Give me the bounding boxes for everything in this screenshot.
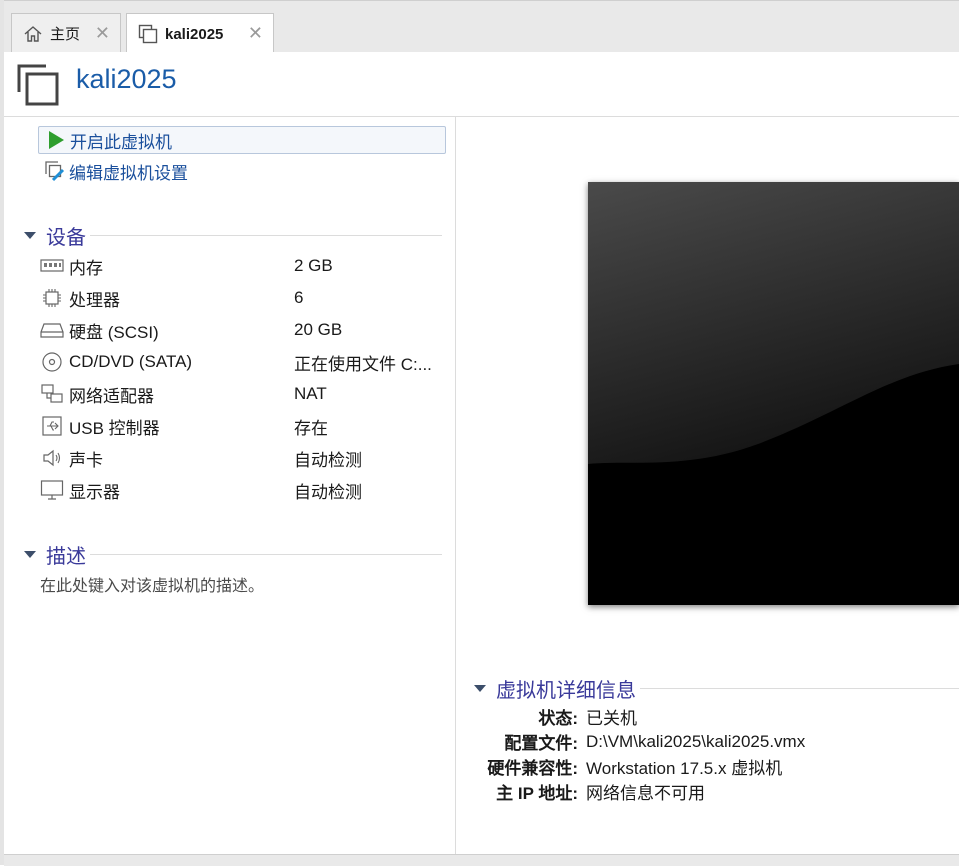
details-section-header[interactable]: 虚拟机详细信息 <box>474 675 959 702</box>
device-row-processor[interactable]: 处理器 6 <box>40 283 450 313</box>
cpu-icon <box>40 287 64 309</box>
detail-value: D:\VM\kali2025\kali2025.vmx <box>586 731 806 751</box>
device-value: 6 <box>294 288 304 307</box>
detail-key: 硬件兼容性: <box>487 759 578 778</box>
detail-row-status: 状态: 已关机 <box>456 704 959 729</box>
device-name: USB 控制器 <box>69 418 160 438</box>
tab-home[interactable]: 主页 ✕ <box>11 13 121 53</box>
device-row-display[interactable]: 显示器 自动检测 <box>40 475 450 505</box>
device-value: 2 GB <box>294 256 333 275</box>
close-icon[interactable]: ✕ <box>248 23 263 44</box>
detail-value: 已关机 <box>586 709 637 728</box>
memory-icon <box>40 255 64 277</box>
detail-row-config-file: 配置文件: D:\VM\kali2025\kali2025.vmx <box>456 729 959 754</box>
device-name: CD/DVD (SATA) <box>69 352 193 371</box>
detail-row-ip: 主 IP 地址: 网络信息不可用 <box>456 779 959 804</box>
collapse-caret-icon <box>24 550 36 558</box>
device-value: 自动检测 <box>294 450 362 470</box>
device-row-sound[interactable]: 声卡 自动检测 <box>40 443 450 473</box>
device-value: 自动检测 <box>294 482 362 502</box>
detail-row-compatibility: 硬件兼容性: Workstation 17.5.x 虚拟机 <box>456 754 959 779</box>
section-divider <box>640 687 959 689</box>
edit-settings-button[interactable]: 编辑虚拟机设置 <box>38 157 446 185</box>
device-name: 网络适配器 <box>69 386 154 406</box>
device-value: 存在 <box>294 418 328 438</box>
sound-icon <box>40 447 64 469</box>
page-title: kali2025 <box>76 64 177 94</box>
detail-key: 状态: <box>538 709 578 728</box>
collapse-caret-icon <box>474 684 486 692</box>
bottom-status-bar <box>4 854 959 866</box>
power-on-label: 开启此虚拟机 <box>70 132 172 152</box>
detail-value: Workstation 17.5.x 虚拟机 <box>586 759 783 778</box>
device-row-harddisk[interactable]: 硬盘 (SCSI) 20 GB <box>40 315 450 345</box>
cd-dvd-icon <box>40 351 64 373</box>
vm-icon <box>16 62 62 108</box>
section-divider <box>90 553 442 555</box>
usb-icon <box>40 415 64 437</box>
display-icon <box>40 479 64 501</box>
device-name: 显示器 <box>69 482 120 502</box>
device-name: 处理器 <box>69 290 120 310</box>
edit-settings-label: 编辑虚拟机设置 <box>69 163 188 183</box>
description-section-title: 描述 <box>46 545 86 568</box>
device-name: 硬盘 (SCSI) <box>69 322 159 342</box>
tab-kali2025[interactable]: kali2025 ✕ <box>126 13 274 54</box>
device-row-cd-dvd[interactable]: CD/DVD (SATA) 正在使用文件 C:... <box>40 347 450 377</box>
device-value: 20 GB <box>294 320 343 339</box>
vm-icon <box>137 23 159 45</box>
devices-section-header[interactable]: 设备 <box>22 222 442 249</box>
edit-settings-icon <box>44 160 66 182</box>
detail-key: 主 IP 地址: <box>496 784 578 803</box>
close-icon[interactable]: ✕ <box>95 23 110 44</box>
details-section-title: 虚拟机详细信息 <box>496 679 636 702</box>
collapse-caret-icon <box>24 231 36 239</box>
play-icon <box>45 129 67 151</box>
network-adapter-icon <box>40 383 64 405</box>
device-name: 声卡 <box>69 450 103 470</box>
home-icon <box>22 23 44 45</box>
device-value: 正在使用文件 C:... <box>294 354 432 374</box>
detail-key: 配置文件: <box>504 734 578 753</box>
device-row-memory[interactable]: 内存 2 GB <box>40 251 450 281</box>
device-name: 内存 <box>69 258 103 278</box>
devices-section-title: 设备 <box>46 226 86 249</box>
harddisk-icon <box>40 319 64 341</box>
tab-kali2025-label: kali2025 <box>165 25 224 43</box>
device-row-network[interactable]: 网络适配器 NAT <box>40 379 450 409</box>
detail-value: 网络信息不可用 <box>586 784 705 803</box>
power-on-button[interactable]: 开启此虚拟机 <box>38 126 446 154</box>
device-row-usb[interactable]: USB 控制器 存在 <box>40 411 450 441</box>
section-divider <box>90 234 442 236</box>
tab-home-label: 主页 <box>50 26 81 43</box>
description-section-header[interactable]: 描述 <box>22 541 442 568</box>
description-input[interactable]: 在此处键入对该虚拟机的描述。 <box>40 572 264 596</box>
vm-header: kali2025 <box>4 52 959 117</box>
right-panel: 虚拟机详细信息 状态: 已关机 配置文件: D:\VM\kali2025\kal… <box>456 117 959 854</box>
device-value: NAT <box>294 384 327 403</box>
tab-bar: 主页 ✕ kali2025 ✕ <box>4 0 959 54</box>
left-panel: 开启此虚拟机 编辑虚拟机设置 设备 内存 2 GB 处理器 6 硬盘 (SCSI… <box>4 117 456 854</box>
vm-screen-thumbnail[interactable] <box>588 182 959 605</box>
